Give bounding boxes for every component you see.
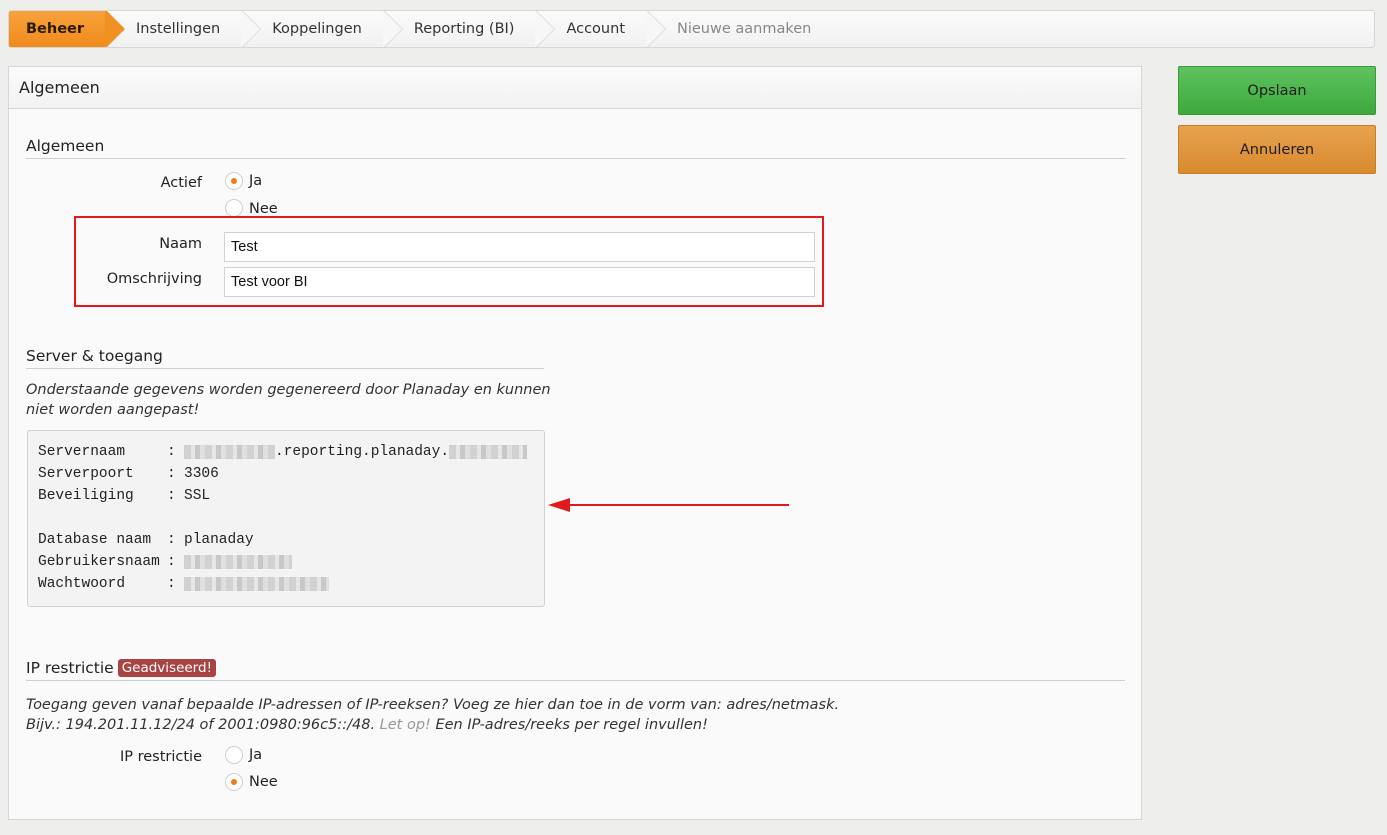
separator: :	[167, 488, 176, 504]
ip-note-line1: Toegang geven vanaf bepaalde IP-adressen…	[26, 697, 840, 713]
separator: :	[167, 444, 176, 460]
breadcrumb-item-beheer[interactable]: Beheer	[9, 11, 126, 47]
name-label: Naam	[159, 236, 202, 252]
breadcrumb: Beheer Instellingen Koppelingen Reportin…	[8, 10, 1375, 48]
advised-badge: Geadviseerd!	[117, 659, 216, 677]
security-row: Beveiliging: SSL	[38, 485, 534, 507]
panel-title: Algemeen	[9, 67, 1141, 109]
database-row: Database naam: planaday	[38, 529, 534, 551]
section-title-general: Algemeen	[26, 137, 1125, 159]
ip-title-text: IP restrictie	[26, 659, 114, 677]
database-value: planaday	[184, 532, 254, 548]
ip-yes-radio[interactable]	[225, 746, 243, 764]
password-key: Wachtwoord	[38, 576, 126, 592]
username-key: Gebruikersnaam	[38, 554, 160, 570]
cancel-button[interactable]: Annuleren	[1178, 125, 1376, 174]
servername-value: .reporting.planaday.	[275, 444, 450, 460]
name-input[interactable]	[224, 232, 815, 262]
security-key: Beveiliging	[38, 488, 134, 504]
ip-no-label: Nee	[249, 774, 278, 790]
username-row: Gebruikersnaam:	[38, 551, 534, 573]
breadcrumb-item-current: Nieuwe aanmaken	[677, 21, 812, 37]
ip-restriction-label: IP restrictie	[119, 749, 202, 765]
ip-yes-label: Ja	[249, 747, 263, 763]
active-no-radio[interactable]	[225, 199, 243, 217]
annotation-arrow-icon	[548, 498, 789, 512]
active-no-label: Nee	[249, 201, 278, 217]
section-title-server: Server & toegang	[26, 347, 544, 369]
section-title-ip: IP restrictie Geadviseerd!	[26, 659, 1125, 681]
serverport-key: Serverpoort	[38, 466, 134, 482]
active-yes-radio[interactable]	[225, 172, 243, 190]
redacted-blur	[449, 445, 528, 459]
database-key: Database naam	[38, 532, 152, 548]
redacted-blur	[184, 445, 275, 459]
separator: :	[167, 466, 176, 482]
description-label: Omschrijving	[106, 271, 202, 287]
active-label: Actief	[160, 175, 202, 191]
serverport-row: Serverpoort:3306	[38, 463, 534, 485]
server-note: Onderstaande gegevens worden gegenereerd…	[26, 382, 551, 418]
redacted-blur	[184, 555, 292, 569]
breadcrumb-item-koppelingen[interactable]: Koppelingen	[242, 11, 403, 47]
ip-note-instruction: Een IP-adres/reeks per regel invullen!	[435, 717, 708, 733]
servername-row: Servernaam: .reporting.planaday.	[38, 441, 534, 463]
breadcrumb-item-instellingen[interactable]: Instellingen	[106, 11, 262, 47]
password-row: Wachtwoord:	[38, 573, 534, 595]
save-button[interactable]: Opslaan	[1178, 66, 1376, 115]
separator: :	[167, 554, 176, 570]
separator: :	[167, 576, 176, 592]
description-input[interactable]	[224, 267, 815, 297]
serverport-value: 3306	[184, 466, 219, 482]
settings-panel: Algemeen Algemeen Actief Ja Nee Naam Oms…	[8, 66, 1142, 820]
breadcrumb-item-reporting[interactable]: Reporting (BI)	[384, 11, 556, 47]
servername-key: Servernaam	[38, 444, 126, 460]
separator: :	[167, 532, 176, 548]
ip-note-warning: Let op!	[379, 717, 431, 733]
spacer-row	[38, 507, 534, 529]
security-value: SSL	[184, 488, 211, 504]
ip-note-line2: Bijv.: 194.201.11.12/24 of 2001:0980:96c…	[26, 715, 1125, 735]
redacted-blur	[184, 577, 329, 591]
ip-note-example: Bijv.: 194.201.11.12/24 of 2001:0980:96c…	[26, 717, 376, 733]
ip-note: Toegang geven vanaf bepaalde IP-adressen…	[26, 695, 1125, 735]
active-yes-label: Ja	[249, 173, 263, 189]
ip-no-radio[interactable]	[225, 773, 243, 791]
server-credentials-box: Servernaam: .reporting.planaday. Serverpo…	[27, 430, 545, 607]
